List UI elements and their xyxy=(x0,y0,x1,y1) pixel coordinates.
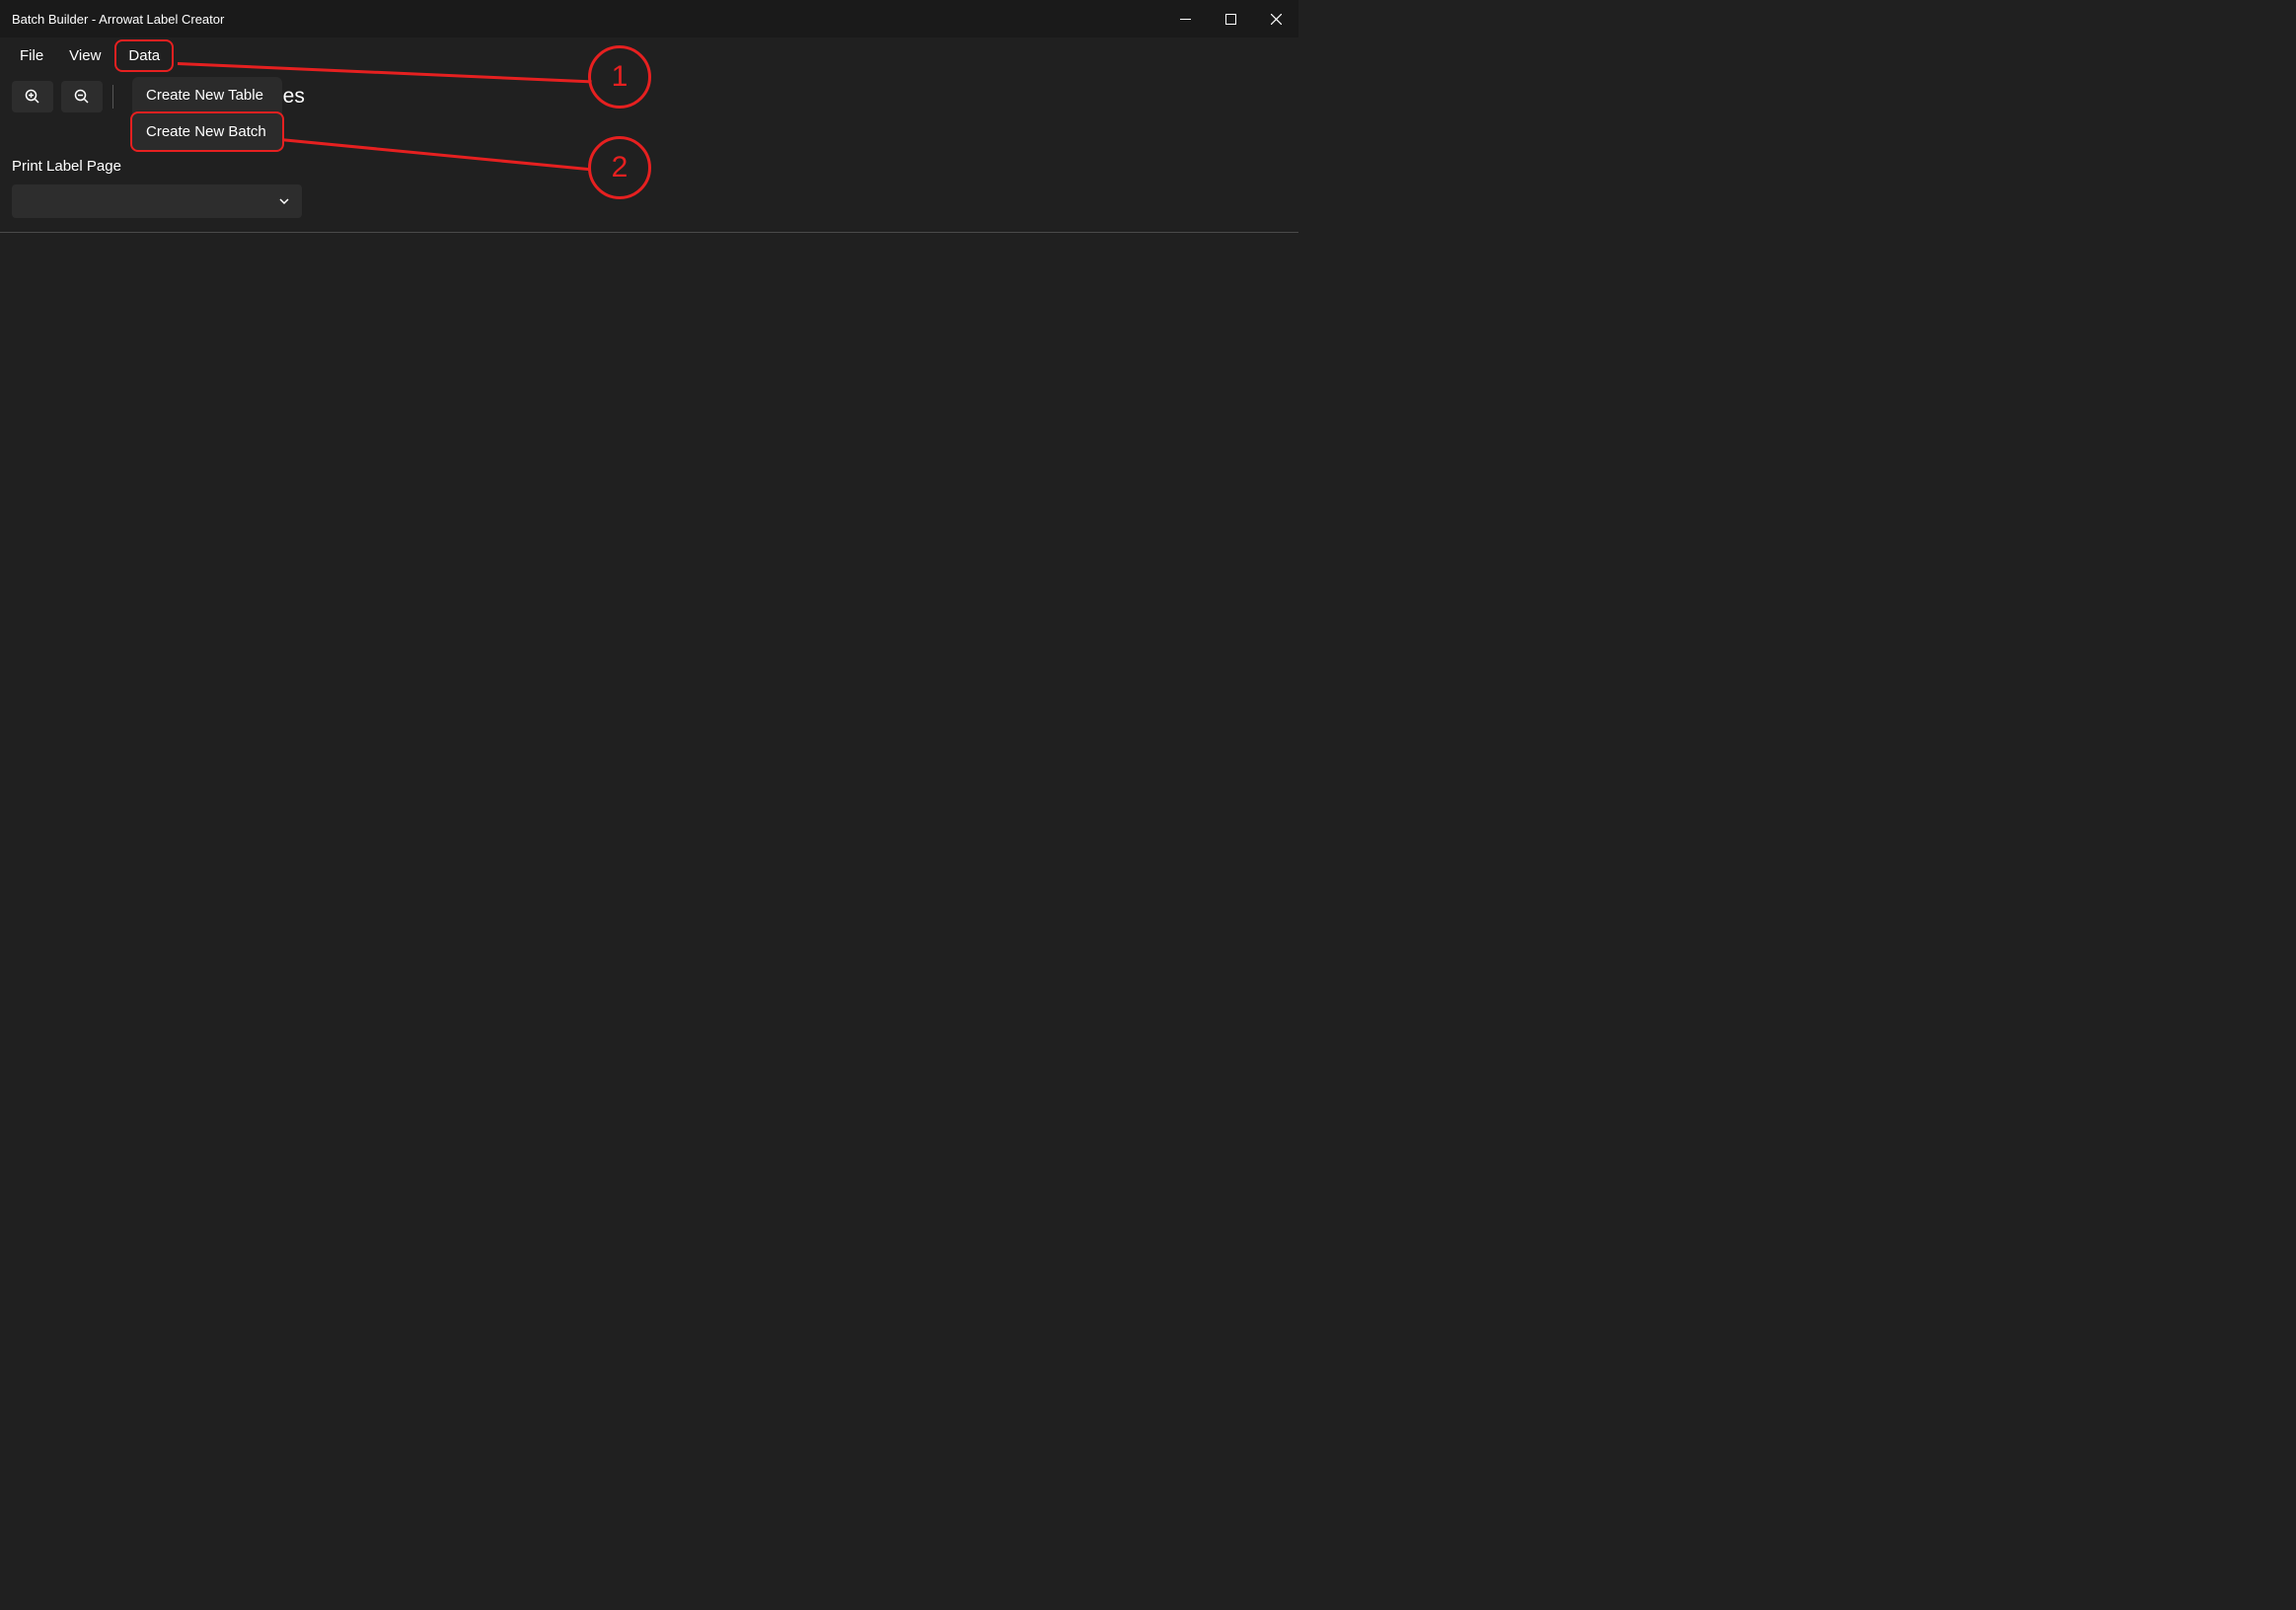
maximize-button[interactable] xyxy=(1208,0,1253,37)
zoom-in-button[interactable] xyxy=(12,81,53,112)
minimize-button[interactable] xyxy=(1162,0,1208,37)
menu-data[interactable]: Data xyxy=(114,39,174,72)
content-area xyxy=(0,232,1298,929)
menu-create-new-table[interactable]: Create New Table xyxy=(132,77,282,113)
menubar: File View Data xyxy=(0,37,1298,73)
close-icon xyxy=(1271,14,1282,25)
print-label-page-select[interactable] xyxy=(12,184,302,218)
select-wrapper xyxy=(12,184,1298,218)
menu-create-new-batch[interactable]: Create New Batch xyxy=(130,111,284,152)
data-dropdown-menu: Create New Table Create New Batch xyxy=(132,77,282,150)
print-label-page-label: Print Label Page xyxy=(0,158,1298,175)
chevron-down-icon xyxy=(278,195,290,207)
menu-view[interactable]: View xyxy=(57,41,112,70)
zoom-in-icon xyxy=(25,89,40,105)
close-button[interactable] xyxy=(1253,0,1298,37)
zoom-out-icon xyxy=(74,89,90,105)
window-controls xyxy=(1162,0,1298,37)
maximize-icon xyxy=(1225,14,1236,25)
toolbar-separator xyxy=(112,85,113,109)
minimize-icon xyxy=(1180,14,1191,25)
window-title: Batch Builder - Arrowat Label Creator xyxy=(12,12,224,27)
menu-file[interactable]: File xyxy=(8,41,55,70)
zoom-out-button[interactable] xyxy=(61,81,103,112)
titlebar: Batch Builder - Arrowat Label Creator xyxy=(0,0,1298,37)
